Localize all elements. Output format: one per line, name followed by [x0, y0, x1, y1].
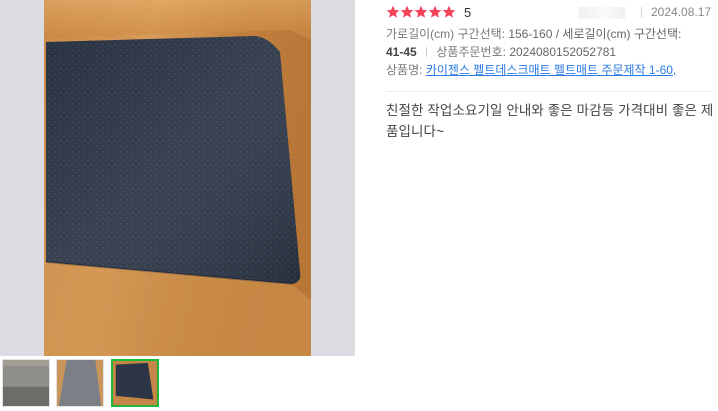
reviewer-id-masked	[579, 7, 625, 19]
star-icon	[400, 5, 414, 18]
product-label: 상품명:	[386, 63, 423, 77]
divider	[641, 7, 642, 18]
purchase-options: 가로길이(cm) 구간선택: 156-160 / 세로길이(cm) 구간선택: …	[386, 25, 706, 79]
order-number-label: 상품주문번호:	[436, 45, 506, 59]
felt-mat-photo	[0, 0, 355, 356]
star-icon	[386, 5, 400, 18]
thumbnail-2-image	[57, 360, 103, 406]
thumbnail-1[interactable]	[2, 359, 50, 407]
product-line: 상품명: 카이젠스 펠트데스크매트 펠트매트 주문제작 1-60,	[386, 61, 706, 79]
thumbnail-2[interactable]	[56, 359, 104, 407]
product-name-link[interactable]: 카이젠스 펠트데스크매트 펠트매트 주문제작 1-60,	[426, 63, 676, 77]
star-icon	[428, 5, 442, 18]
divider	[426, 47, 428, 57]
review-text: 친절한 작업소요기일 안내와 좋은 마감등 가격대비 좋은 제품입니다~	[386, 103, 714, 139]
rating-row: 5 2024.08.17	[386, 3, 716, 21]
section-divider	[386, 91, 712, 92]
option-line-1: 가로길이(cm) 구간선택: 156-160 / 세로길이(cm) 구간선택:	[386, 25, 706, 43]
rating-score: 5	[464, 4, 472, 20]
option-line-2: 41-45 상품주문번호: 2024080152052781	[386, 43, 706, 61]
thumbnail-3-image	[113, 361, 157, 405]
order-number: 2024080152052781	[509, 45, 617, 59]
thumbnail-1-image	[3, 360, 49, 406]
option-value-2: 41-45	[386, 45, 417, 59]
option-label: 가로길이(cm) 구간선택:	[386, 27, 505, 41]
option-value: 156-160 / 세로길이(cm) 구간선택:	[508, 27, 682, 41]
review-date: 2024.08.17	[651, 5, 712, 19]
star-rating	[386, 5, 456, 19]
review-photo-main[interactable]	[0, 0, 355, 356]
star-icon	[414, 5, 428, 18]
thumbnail-3[interactable]	[111, 359, 159, 407]
star-icon	[442, 5, 456, 18]
